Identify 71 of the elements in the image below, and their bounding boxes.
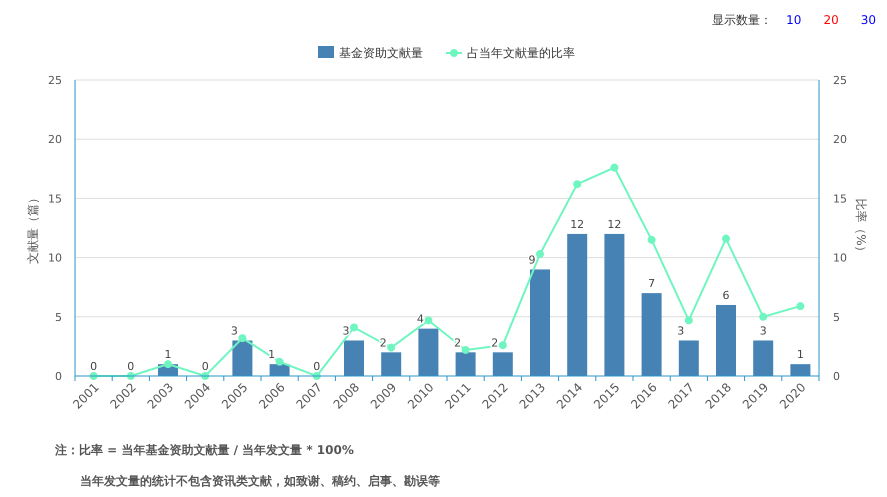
note-text: 注：比率 = 当年基金资助文献量 / 当年发文量 * 100%	[55, 442, 355, 459]
data-label: 3	[677, 324, 684, 338]
y-tick-label: 20	[48, 133, 62, 146]
legend-line-icon	[446, 49, 462, 57]
line-point	[164, 360, 172, 368]
line-point	[648, 236, 656, 244]
data-label: 9	[528, 253, 536, 266]
display-count-label: 显示数量：	[712, 12, 772, 28]
legend-label[interactable]: 占当年文献量的比率	[467, 46, 575, 60]
bar	[232, 340, 252, 376]
line-point	[350, 323, 358, 332]
bar	[344, 340, 364, 376]
y2-axis-title: 比率（%）	[854, 198, 868, 258]
bar	[492, 352, 513, 376]
bar	[381, 352, 402, 376]
y-axis-title: 文献量（篇）	[26, 192, 40, 264]
line-point	[573, 180, 582, 188]
count-option[interactable]: 10	[786, 13, 802, 27]
note-text: 当年发文量的统计不包含资讯类文献，如致谢、稿约、启事、勘误等	[79, 473, 441, 490]
bar	[270, 364, 290, 376]
data-label: 12	[607, 218, 622, 231]
data-label: 6	[722, 288, 730, 302]
data-label: 1	[164, 348, 172, 362]
y-tick-label: 0	[55, 370, 62, 383]
line-point	[312, 372, 321, 380]
y-tick-label: 15	[48, 192, 62, 206]
y-tick-label: 5	[55, 310, 62, 324]
data-label: 0	[127, 360, 134, 373]
bar	[790, 364, 810, 376]
y-tick-label: 10	[48, 252, 62, 265]
line-point	[796, 302, 804, 310]
data-label: 0	[202, 360, 209, 373]
line-point	[238, 334, 246, 342]
count-option[interactable]: 30	[860, 13, 876, 27]
bar	[678, 340, 699, 376]
data-label: 7	[648, 277, 656, 290]
bar	[753, 340, 774, 376]
data-label: 3	[342, 324, 350, 338]
line-point	[722, 234, 730, 243]
data-label: 3	[230, 324, 238, 338]
line-point	[759, 312, 768, 321]
y2-tick-label: 10	[833, 252, 847, 265]
data-label: 4	[416, 312, 424, 326]
line-point	[126, 372, 135, 380]
y2-tick-label: 0	[833, 370, 840, 383]
y2-tick-label: 25	[833, 74, 847, 87]
line-point	[424, 316, 432, 324]
line-point	[90, 372, 98, 380]
count-option[interactable]: 20	[823, 13, 839, 27]
legend-bar-icon	[318, 46, 334, 58]
line-point	[201, 372, 210, 380]
legend-label[interactable]: 基金资助文献量	[339, 46, 423, 60]
line-point	[610, 164, 618, 172]
line-point	[536, 250, 544, 258]
y2-tick-label: 5	[833, 310, 840, 324]
line-point	[498, 341, 507, 350]
bar	[456, 352, 476, 376]
data-label: 0	[313, 360, 320, 373]
line-point	[387, 344, 396, 352]
line-point	[684, 316, 693, 324]
y2-tick-label: 20	[833, 133, 847, 146]
data-label: 3	[760, 324, 767, 338]
line-point	[462, 346, 470, 354]
y-tick-label: 25	[48, 74, 62, 87]
data-label: 0	[90, 360, 98, 373]
bar	[716, 304, 736, 376]
bar	[418, 328, 438, 376]
y2-tick-label: 15	[833, 192, 847, 206]
data-label: 12	[570, 218, 584, 231]
data-label: 1	[796, 348, 804, 362]
line-point	[276, 358, 284, 366]
